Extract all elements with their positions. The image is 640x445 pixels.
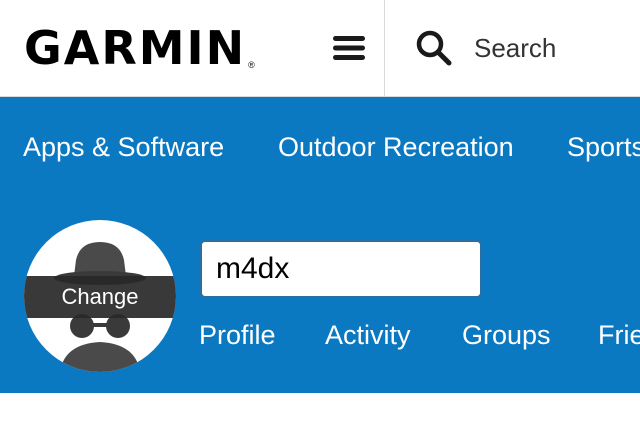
search-placeholder: Search	[474, 32, 557, 63]
tab-groups[interactable]: Groups	[462, 315, 551, 355]
header-divider	[384, 0, 385, 97]
profile-tabs: Profile Activity Groups Friends	[0, 315, 640, 355]
nav-item-outdoor-recreation[interactable]: Outdoor Recreation	[278, 125, 514, 169]
hamburger-icon	[333, 36, 365, 60]
logo-text: GARMIN	[24, 21, 247, 75]
search-icon-button[interactable]	[412, 26, 456, 70]
search-field[interactable]: Search	[412, 24, 640, 72]
logo-registered-mark: ®	[248, 60, 255, 70]
change-avatar-label[interactable]: Change	[24, 276, 176, 318]
tab-activity[interactable]: Activity	[325, 315, 411, 355]
search-icon	[416, 30, 452, 66]
profile-banner: Apps & Software Outdoor Recreation Sport…	[0, 97, 640, 393]
tab-friends[interactable]: Friends	[598, 315, 640, 355]
category-nav: Apps & Software Outdoor Recreation Sport…	[0, 125, 640, 169]
nav-item-apps-software[interactable]: Apps & Software	[23, 125, 224, 169]
tab-profile[interactable]: Profile	[199, 315, 276, 355]
garmin-logo[interactable]: GARMIN ®	[24, 22, 255, 74]
nav-item-sports[interactable]: Sports	[567, 125, 640, 169]
username-field[interactable]	[200, 240, 482, 298]
menu-button[interactable]	[330, 30, 368, 66]
site-header: GARMIN ® Search	[0, 0, 640, 97]
